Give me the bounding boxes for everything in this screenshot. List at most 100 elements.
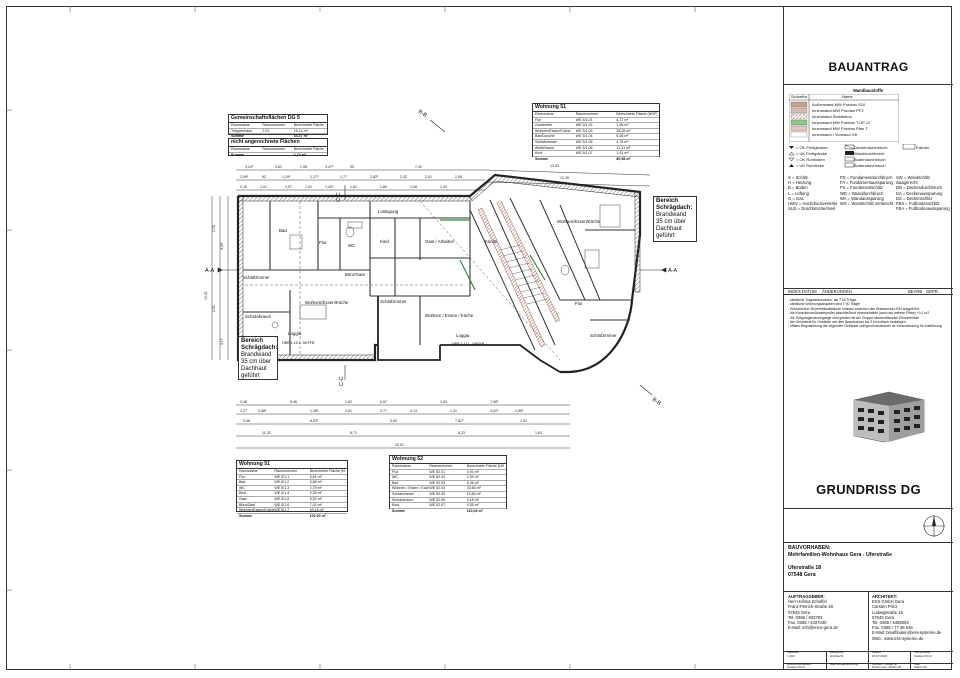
svg-text:8,71: 8,71	[350, 431, 357, 435]
legend-item: Innenwand MW Porotan Plan T	[812, 126, 868, 131]
architect-block: ARCHITEKT: ESS GmbH Gera Carsten Prinz Lu…	[872, 594, 942, 641]
svg-text:3,17: 3,17	[220, 338, 224, 345]
room-label: Schlafzimmer	[243, 275, 270, 280]
legend-item: Innenwand / Vorwand GK	[812, 132, 858, 137]
symbol-glyphs	[788, 144, 916, 168]
svg-text:90: 90	[350, 165, 354, 169]
svg-text:HBR 1,11 L. DKFFB: HBR 1,11 L. DKFFB	[452, 342, 485, 346]
svg-text:5,57: 5,57	[380, 400, 387, 404]
room-label: Loslagung	[378, 209, 399, 214]
svg-text:1,19⁵: 1,19⁵	[282, 175, 291, 179]
svg-text:13,32: 13,32	[204, 291, 208, 300]
svg-text:1,20: 1,20	[440, 185, 447, 189]
svg-text:2,16: 2,16	[240, 185, 247, 189]
svg-text:1,94: 1,94	[440, 400, 447, 404]
svg-text:2,57: 2,57	[285, 185, 292, 189]
svg-text:8,23: 8,23	[458, 431, 465, 435]
room-label: Schlafzimmer	[380, 299, 407, 304]
svg-text:2,08: 2,08	[455, 175, 462, 179]
svg-text:1,55: 1,55	[300, 165, 307, 169]
room-label: Loggia	[288, 331, 302, 336]
legend-col-header: Name	[842, 94, 853, 99]
legend-item: Innenwand MW Porotan T.GP 12	[812, 120, 871, 125]
svg-text:HBR 1,15 L. DKFFB: HBR 1,15 L. DKFFB	[282, 341, 315, 345]
svg-text:1,08: 1,08	[410, 185, 417, 189]
svg-text:1,38⁵: 1,38⁵	[310, 409, 319, 413]
revision-col-header: ÄNDERUNGEN	[822, 289, 852, 294]
revision-col-header: BEARB.	[908, 289, 924, 294]
svg-text:1,42⁵: 1,42⁵	[325, 185, 334, 189]
room-label: Wohnen / Essen / Küche	[425, 313, 474, 318]
floor-plan: 3,24⁵ 3,62 1,55 3,47⁵ 90 7,32 2,59⁵ 62 1,19⁵ 1…	[6, 6, 696, 670]
svg-text:4,13: 4,13	[410, 409, 417, 413]
revision-col-header: GEPR.	[926, 289, 940, 294]
abbrev-column-1: S = Schlitz H = Heizung B = Boden L = Lüft…	[788, 175, 838, 212]
svg-text:1,62: 1,62	[535, 431, 542, 435]
svg-text:2,51: 2,51	[212, 305, 216, 312]
legend-item: Innenwand Stahlbeton	[812, 114, 852, 119]
title-block: BAUANTRAG Wandbaustoffe Schraffur Name A…	[783, 6, 953, 670]
room-label: Flur	[319, 240, 327, 245]
room-label: Bad	[279, 228, 287, 233]
building-rendering-image	[853, 391, 925, 443]
svg-text:2,51: 2,51	[345, 409, 352, 413]
callout-schraegdach-left: Bereich Schrägdach: Brandwand 35 cm über…	[238, 336, 278, 380]
svg-text:3,24⁵: 3,24⁵	[245, 165, 254, 169]
project-label: BAUVORHABEN:	[788, 545, 831, 551]
svg-text:2,73: 2,73	[212, 225, 216, 232]
svg-text:1,01: 1,01	[260, 185, 267, 189]
svg-text:7,98⁵: 7,98⁵	[490, 400, 499, 404]
legend-col-header: Schraffur	[791, 94, 808, 99]
project-city: 07548 Gera	[788, 572, 816, 578]
table-gemeinschaftsflaechen: Gemeinschaftsflächen DG 5 Raumname Raumnu…	[228, 114, 328, 138]
svg-text:2,46: 2,46	[240, 400, 247, 404]
svg-text:5,60: 5,60	[390, 419, 397, 423]
room-label: Kind	[380, 239, 389, 244]
general-notes: - sämtliche Tragwerksnotizen, als T 00 T…	[788, 298, 942, 329]
room-label: WC	[348, 243, 355, 248]
svg-text:3,48: 3,48	[243, 419, 250, 423]
table-wohnung-52: Wohnung 52 Raumname Raumnummer Berechnete …	[389, 455, 507, 513]
svg-text:7,32: 7,32	[415, 165, 422, 169]
room-label: Wohnen/Essen/Küche	[557, 219, 601, 224]
svg-text:3,62: 3,62	[275, 165, 282, 169]
north-arrow-icon	[923, 515, 945, 537]
svg-text:12,35: 12,35	[560, 176, 569, 180]
svg-text:3,47⁵: 3,47⁵	[325, 165, 334, 169]
room-label: Gast / Arbeiten	[425, 239, 455, 244]
room-label: Loggia	[456, 333, 470, 338]
revision-col-header: INDEX	[788, 289, 801, 294]
project-address: Uferstraße 18	[788, 565, 822, 571]
svg-text:1,81: 1,81	[350, 185, 357, 189]
table-wohnung-51: Wohnung 51 Raumname Raumnummer Berechnete …	[236, 460, 348, 518]
svg-text:25,51: 25,51	[395, 443, 404, 447]
client-block: AUFTRAGGEBER: Herr Helmut Schaffel Franz-…	[788, 594, 838, 631]
svg-text:8,03⁵: 8,03⁵	[310, 419, 319, 423]
abbrev-column-2: FD = Fundamentdurchbruch FA = Fundamentau…	[840, 175, 894, 207]
room-label: Schrankraum	[245, 314, 271, 319]
svg-text:1,82: 1,82	[345, 400, 352, 404]
svg-text:2,59⁵: 2,59⁵	[240, 175, 249, 179]
svg-text:2,32: 2,32	[400, 175, 407, 179]
svg-text:3,77: 3,77	[380, 409, 387, 413]
svg-text:2,58⁵: 2,58⁵	[258, 409, 267, 413]
room-label: Wohnen/Essen/Küche	[305, 300, 349, 305]
svg-text:13,53: 13,53	[550, 164, 559, 168]
table-nicht-angerechnet: nicht angerechnete Flächen Raumname Raumn…	[228, 138, 328, 157]
room-label: Schlafzimmer	[590, 333, 617, 338]
svg-text:1,31: 1,31	[450, 409, 457, 413]
svg-text:C-C: C-C	[336, 192, 342, 202]
room-label: Büro/Gast	[345, 272, 366, 277]
svg-text:B-B: B-B	[417, 109, 428, 119]
svg-text:7,62⁵: 7,62⁵	[455, 419, 464, 423]
svg-text:B-B: B-B	[651, 397, 662, 407]
legend-item: Außenwand-MW Porotan S10	[812, 102, 866, 107]
svg-text:62: 62	[262, 175, 266, 179]
drawing-sheet: 3,24⁵ 3,62 1,55 3,47⁵ 90 7,32 2,59⁵ 62 1,19⁵ 1…	[0, 0, 960, 678]
svg-text:3,02⁵: 3,02⁵	[490, 409, 499, 413]
svg-text:1,62: 1,62	[520, 419, 527, 423]
svg-text:2,01: 2,01	[425, 175, 432, 179]
svg-text:4,26⁵: 4,26⁵	[220, 241, 224, 250]
project-name: Mehrfamilien-Wohnhaus Gera - Uferstraße	[788, 552, 892, 558]
room-label: Flur	[575, 301, 583, 306]
